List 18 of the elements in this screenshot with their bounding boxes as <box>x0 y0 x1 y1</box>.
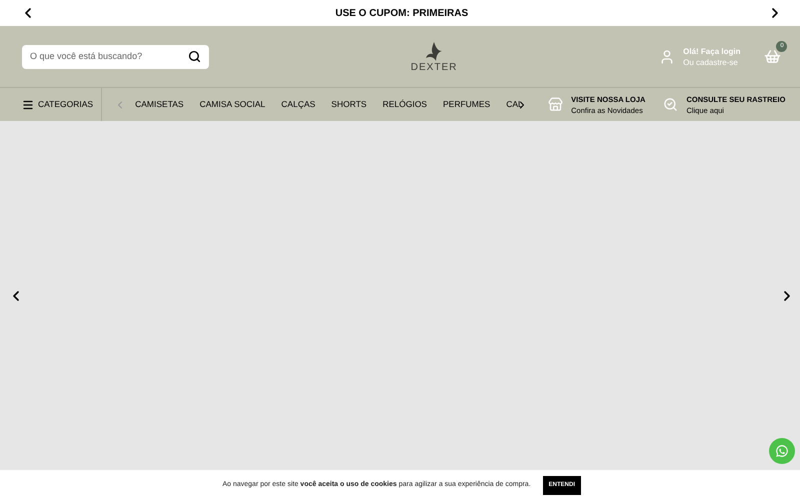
nav-link[interactable]: CAMISA SOCIAL <box>200 98 266 111</box>
cart-icon[interactable] <box>764 48 782 65</box>
search-icon[interactable] <box>188 50 201 63</box>
nav-link[interactable]: CALÇAS <box>281 98 316 111</box>
nav-link[interactable]: PERFUMES <box>442 98 490 111</box>
nav-link[interactable]: SHORTS <box>331 98 367 111</box>
nav-link[interactable]: CAMISETAS <box>135 98 184 111</box>
logo[interactable]: DEXTER <box>410 40 458 72</box>
bird-icon <box>425 40 444 62</box>
categories-button[interactable]: CATEGORIAS <box>38 98 94 111</box>
whatsapp-icon <box>775 444 790 458</box>
tracking-icon[interactable] <box>663 97 678 112</box>
search-input[interactable]: O que você está buscando? <box>30 50 188 64</box>
search-field[interactable]: O que você está buscando? <box>22 44 209 68</box>
nav-link[interactable]: CAL <box>506 98 523 111</box>
nav-link[interactable]: RELÓGIOS <box>382 98 427 111</box>
menu-icon[interactable] <box>22 98 34 110</box>
announcement-text: USE O CUPOM: PRIMEIRAS <box>335 6 468 20</box>
